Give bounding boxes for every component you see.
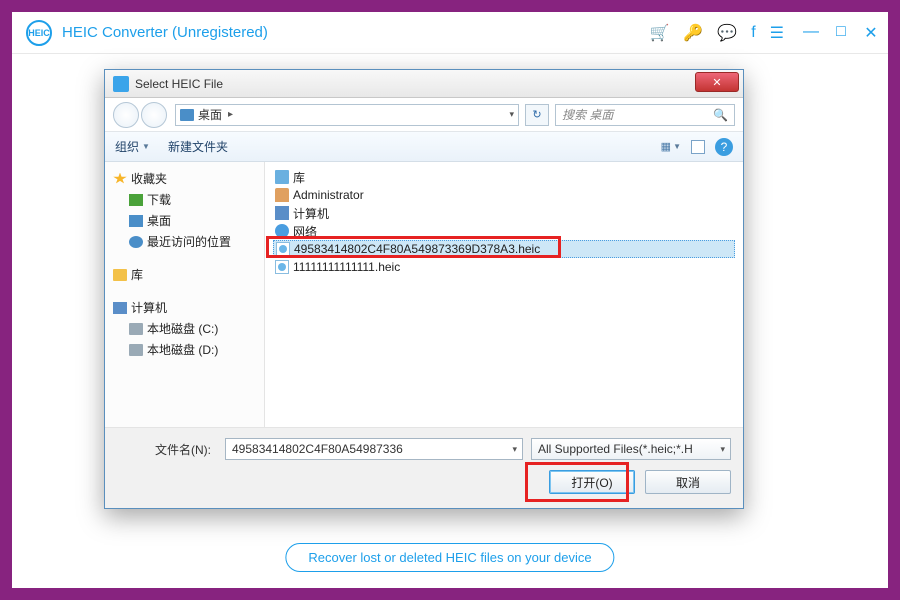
- close-button[interactable]: ✕: [862, 23, 880, 43]
- library-icon: [275, 170, 289, 184]
- chat-icon[interactable]: 💬: [717, 23, 737, 43]
- list-item[interactable]: 库: [273, 168, 735, 186]
- maximize-button[interactable]: □: [832, 23, 850, 43]
- user-icon: [275, 188, 289, 202]
- search-icon: 🔍: [713, 108, 728, 122]
- list-item[interactable]: 11111111111111.heic: [273, 258, 735, 276]
- tree-disk-c[interactable]: 本地磁盘 (C:): [109, 318, 260, 339]
- tree-computer[interactable]: 计算机: [109, 297, 260, 318]
- open-button[interactable]: 打开(O): [549, 470, 635, 494]
- network-icon: [275, 224, 289, 238]
- list-item[interactable]: Administrator: [273, 186, 735, 204]
- filetype-value: All Supported Files(*.heic;*.H: [538, 442, 693, 456]
- file-open-dialog: Select HEIC File ✕ 桌面 ▸ ▾ ↻ 搜索 桌面 🔍: [104, 69, 744, 509]
- heic-file-icon: [276, 242, 290, 256]
- list-item[interactable]: 网络: [273, 222, 735, 240]
- address-text: 桌面: [198, 106, 222, 123]
- list-item[interactable]: 计算机: [273, 204, 735, 222]
- computer-icon: [275, 206, 289, 220]
- view-mode-button[interactable]: ▦ ▼: [661, 140, 681, 153]
- nav-back-forward: [113, 102, 169, 128]
- help-button[interactable]: ?: [715, 138, 733, 156]
- desktop-icon: [129, 215, 143, 227]
- nav-forward-button[interactable]: [141, 102, 167, 128]
- dialog-main: 收藏夹 下载 桌面 最近访问的位置 库 计算机 本地磁盘 (C:) 本地磁盘 (…: [105, 162, 743, 427]
- new-folder-button[interactable]: 新建文件夹: [168, 138, 228, 155]
- address-separator: ▸: [228, 109, 233, 120]
- star-icon: [113, 173, 127, 185]
- filetype-select[interactable]: All Supported Files(*.heic;*.H ▾: [531, 438, 731, 460]
- folder-tree[interactable]: 收藏夹 下载 桌面 最近访问的位置 库 计算机 本地磁盘 (C:) 本地磁盘 (…: [105, 162, 265, 427]
- search-placeholder: 搜索 桌面: [562, 106, 613, 123]
- app-body: Select HEIC File ✕ 桌面 ▸ ▾ ↻ 搜索 桌面 🔍: [12, 54, 888, 588]
- key-icon[interactable]: 🔑: [683, 23, 703, 43]
- window-controls: — □ ✕: [802, 23, 880, 43]
- cart-icon[interactable]: 🛒: [649, 23, 669, 43]
- tree-downloads[interactable]: 下载: [109, 189, 260, 210]
- nav-back-button[interactable]: [113, 102, 139, 128]
- search-input[interactable]: 搜索 桌面 🔍: [555, 104, 735, 126]
- heic-file-icon: [275, 260, 289, 274]
- chevron-down-icon: ▼: [673, 142, 681, 151]
- recent-icon: [129, 236, 143, 248]
- dialog-toolbar: 组织 ▼ 新建文件夹 ▦ ▼ ?: [105, 132, 743, 162]
- app-title: HEIC Converter (Unregistered): [62, 24, 649, 41]
- tree-library[interactable]: 库: [109, 264, 260, 285]
- address-dropdown-icon[interactable]: ▾: [509, 109, 514, 120]
- chevron-down-icon: ▼: [142, 142, 150, 151]
- dialog-title-icon: [113, 76, 129, 92]
- titlebar-actions: 🛒 🔑 💬 f ☰: [649, 23, 784, 43]
- app-logo-icon: [26, 20, 52, 46]
- library-icon: [113, 269, 127, 281]
- chevron-down-icon[interactable]: ▾: [512, 444, 517, 455]
- refresh-button[interactable]: ↻: [525, 104, 549, 126]
- tree-recent[interactable]: 最近访问的位置: [109, 231, 260, 252]
- filename-value: 49583414802C4F80A54987336: [232, 442, 403, 456]
- disk-icon: [129, 323, 143, 335]
- menu-icon[interactable]: ☰: [770, 23, 784, 43]
- tree-desktop[interactable]: 桌面: [109, 210, 260, 231]
- dialog-close-button[interactable]: ✕: [695, 72, 739, 92]
- disk-icon: [129, 344, 143, 356]
- filename-label: 文件名(N):: [117, 441, 217, 458]
- preview-pane-button[interactable]: [691, 140, 705, 154]
- tree-favorites[interactable]: 收藏夹: [109, 168, 260, 189]
- dialog-title: Select HEIC File: [135, 77, 223, 91]
- minimize-button[interactable]: —: [802, 23, 820, 43]
- facebook-icon[interactable]: f: [751, 24, 755, 42]
- download-icon: [129, 194, 143, 206]
- filename-input[interactable]: 49583414802C4F80A54987336 ▾: [225, 438, 523, 460]
- recover-link[interactable]: Recover lost or deleted HEIC files on yo…: [285, 543, 614, 572]
- tree-disk-d[interactable]: 本地磁盘 (D:): [109, 339, 260, 360]
- app-window: HEIC Converter (Unregistered) 🛒 🔑 💬 f ☰ …: [12, 12, 888, 588]
- desktop-icon: [180, 109, 194, 121]
- list-item-selected[interactable]: 49583414802C4F80A549873369D378A3.heic: [273, 240, 735, 258]
- file-list[interactable]: 库 Administrator 计算机 网络 49583414802C4F80A…: [265, 162, 743, 427]
- chevron-down-icon[interactable]: ▾: [720, 444, 725, 455]
- dialog-titlebar: Select HEIC File ✕: [105, 70, 743, 98]
- dialog-bottom: 文件名(N): 49583414802C4F80A54987336 ▾ All …: [105, 427, 743, 508]
- cancel-button[interactable]: 取消: [645, 470, 731, 494]
- computer-icon: [113, 302, 127, 314]
- address-bar[interactable]: 桌面 ▸ ▾: [175, 104, 519, 126]
- app-titlebar: HEIC Converter (Unregistered) 🛒 🔑 💬 f ☰ …: [12, 12, 888, 54]
- dialog-nav-bar: 桌面 ▸ ▾ ↻ 搜索 桌面 🔍: [105, 98, 743, 132]
- organize-menu[interactable]: 组织 ▼: [115, 138, 150, 155]
